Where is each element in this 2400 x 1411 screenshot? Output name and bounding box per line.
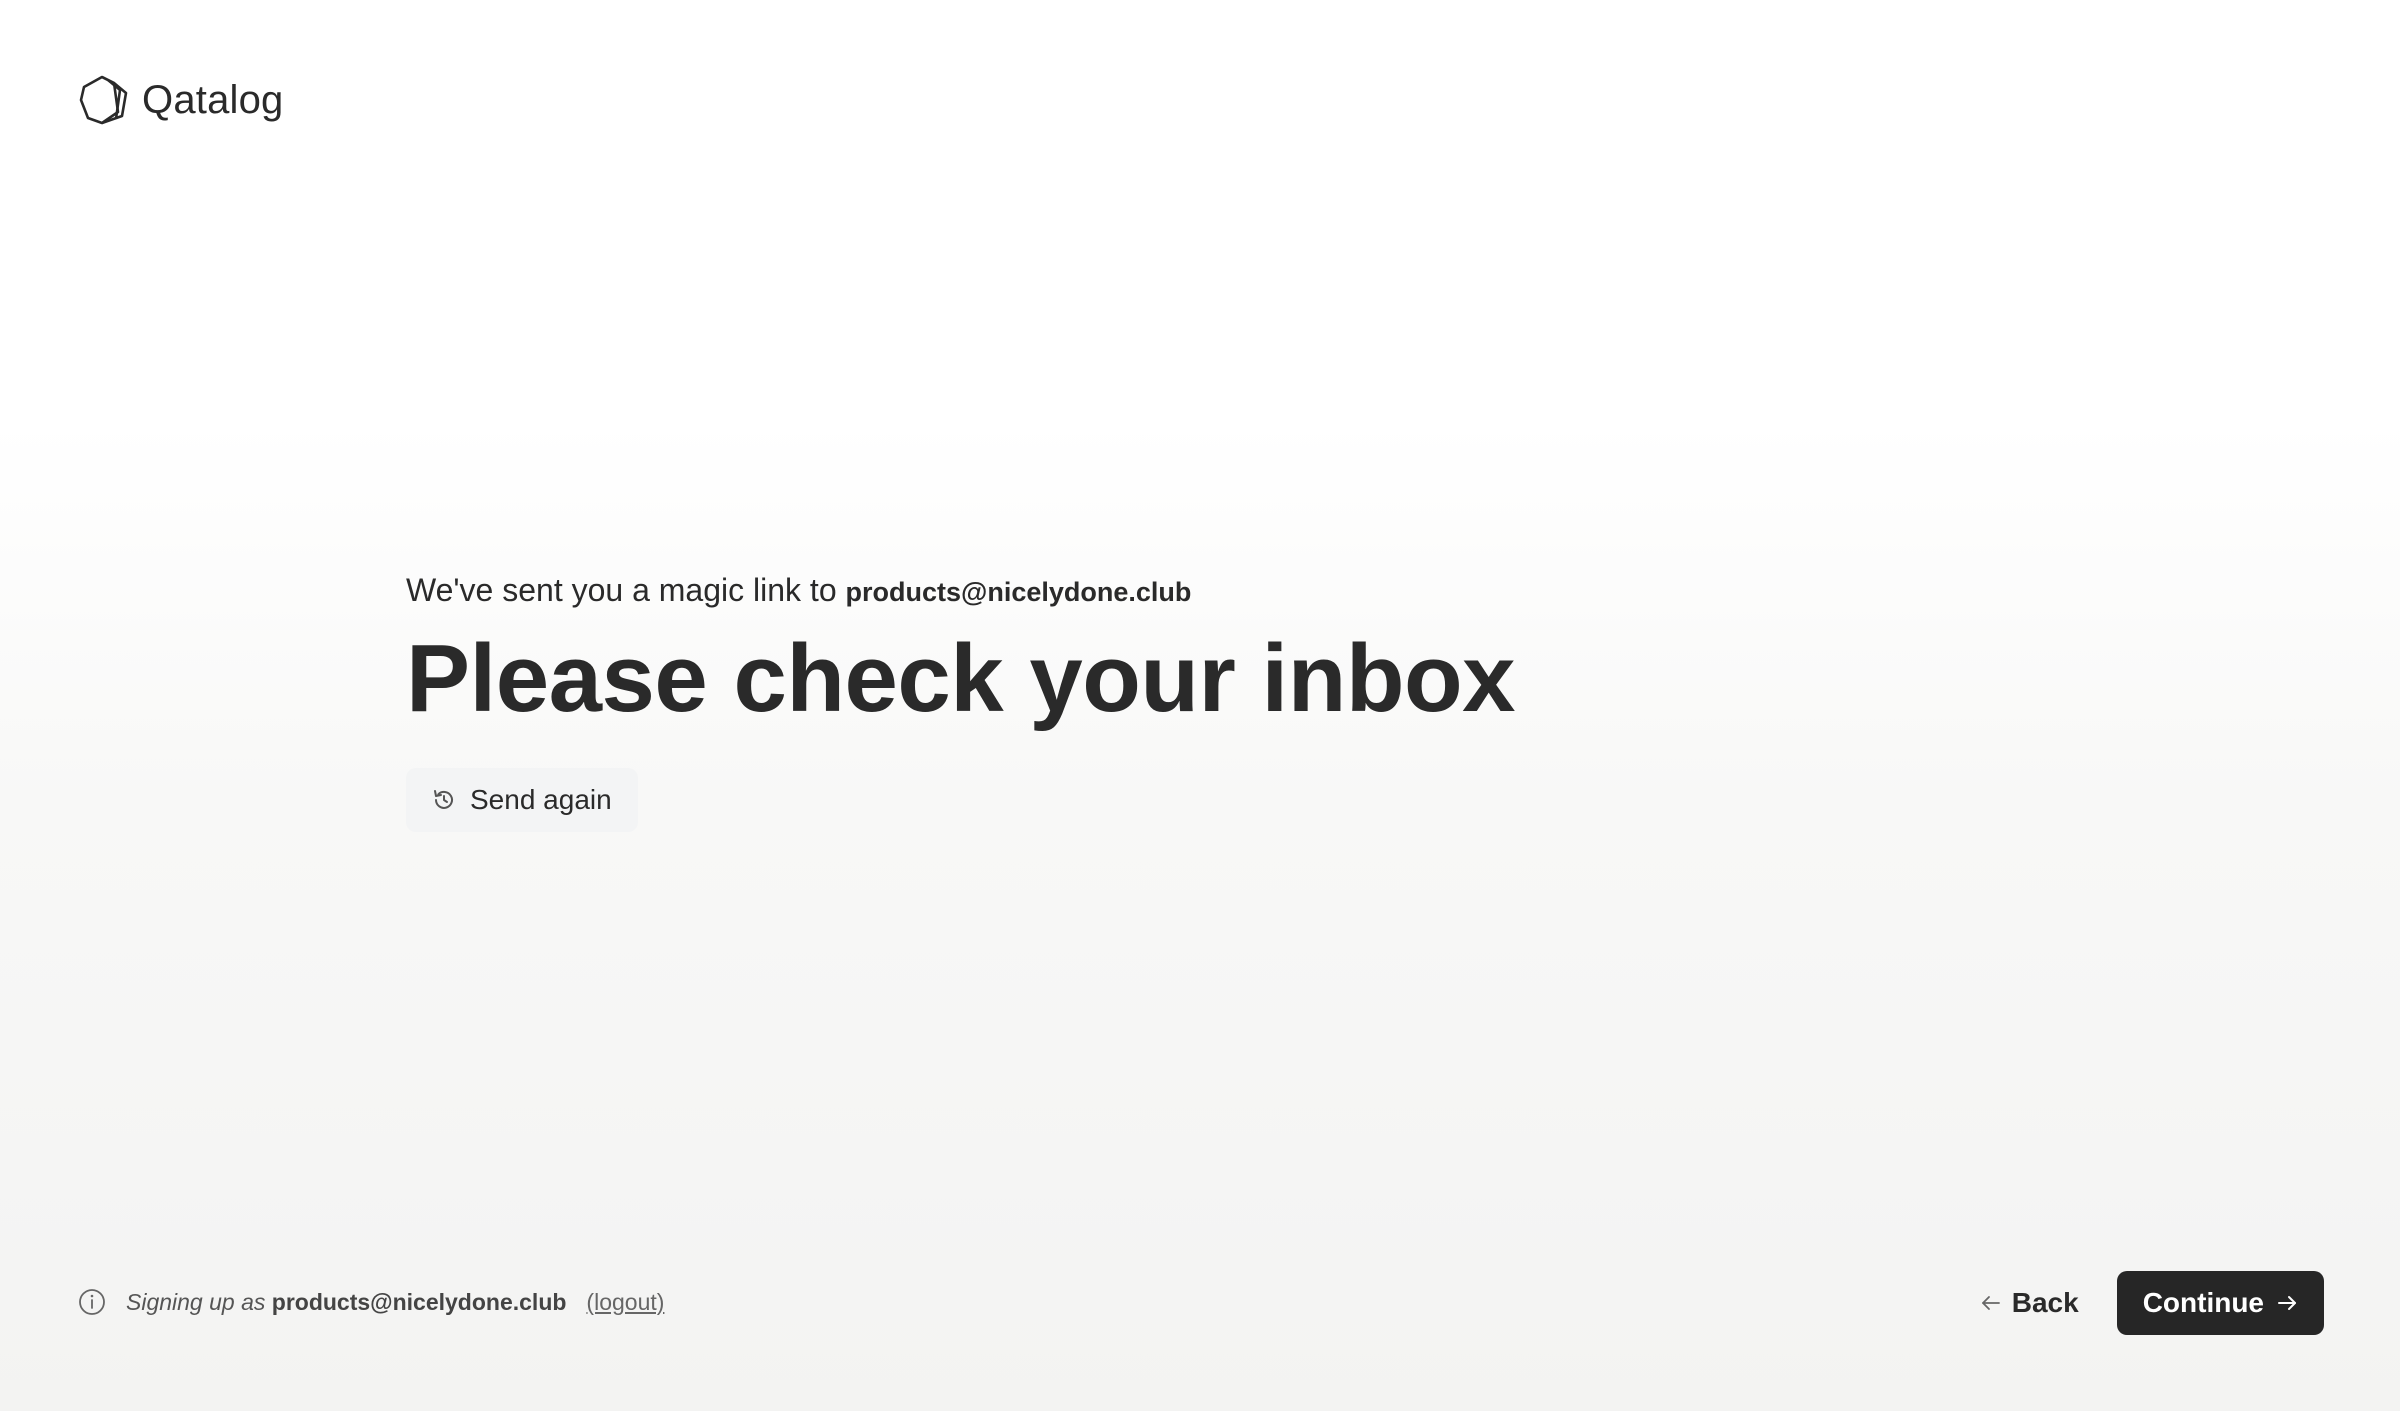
page-title: Please check your inbox [406, 625, 1516, 732]
arrow-right-icon [2278, 1296, 2296, 1310]
brand-logo[interactable]: Qatalog [78, 74, 284, 126]
info-icon [79, 1289, 105, 1315]
arrow-left-icon [1981, 1296, 2000, 1310]
back-label: Back [2011, 1287, 2079, 1318]
qatalog-logo-icon [79, 75, 128, 125]
footer-navigation: Back Continue [1980, 1271, 2324, 1335]
magic-link-subtitle: We've sent you a magic link to products@… [406, 572, 1515, 609]
subtitle-email: products@nicelydone.club [845, 577, 1192, 607]
brand-name: Qatalog [142, 77, 284, 122]
back-button[interactable]: Back [1980, 1287, 2079, 1319]
continue-label: Continue [2142, 1287, 2264, 1318]
history-icon [434, 789, 453, 809]
signing-up-text: Signing up as [126, 1288, 266, 1315]
subtitle-prefix: We've sent you a magic link to [406, 572, 837, 608]
signup-status: Signing up as products@nicelydone.club (… [78, 1288, 664, 1316]
send-again-button[interactable]: Send again [406, 767, 638, 832]
signed-in-email: products@nicelydone.club [271, 1288, 567, 1315]
send-again-label: Send again [470, 783, 612, 815]
logout-link[interactable]: (logout) [586, 1289, 664, 1316]
continue-button[interactable]: Continue [2116, 1271, 2324, 1335]
main-content: We've sent you a magic link to products@… [406, 572, 1516, 832]
